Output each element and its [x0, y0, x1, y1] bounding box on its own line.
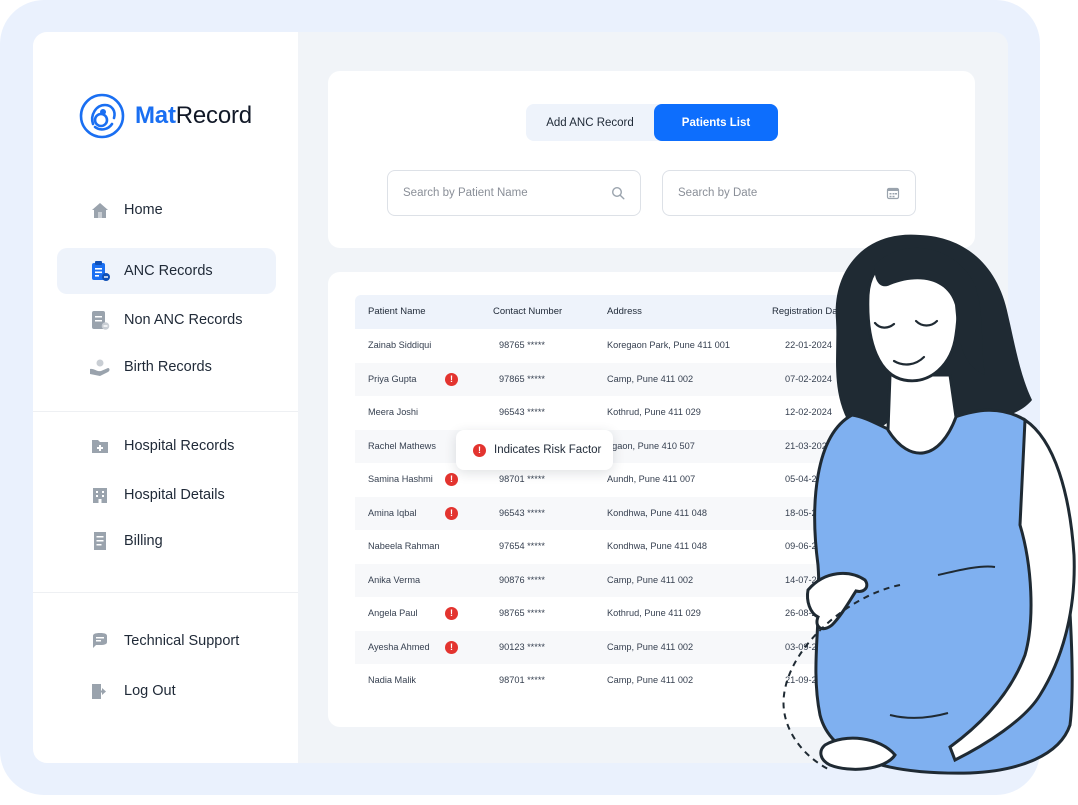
mother-baby-logo-icon — [79, 93, 125, 139]
sidebar-item-label: ANC Records — [124, 263, 213, 279]
contact-number-cell: 98701 ***** — [499, 675, 545, 685]
sidebar-item-label: Birth Records — [124, 359, 212, 375]
contact-number-cell: 98765 ***** — [499, 340, 545, 350]
sidebar-item-label: Hospital Records — [124, 438, 235, 454]
brand-name: MatRecord — [135, 102, 252, 130]
patient-name-cell: Samina Hashmi — [368, 474, 433, 484]
tooltip-text: Indicates Risk Factor — [494, 444, 602, 456]
brand-name-accent: Mat — [135, 102, 176, 129]
address-cell: Kothrud, Pune 411 029 — [607, 608, 701, 618]
date-search-input[interactable] — [678, 187, 886, 199]
sidebar-divider — [33, 592, 298, 593]
sidebar-item-anc-records[interactable]: ANC Records — [57, 248, 276, 294]
brand-name-rest: Record — [175, 102, 252, 129]
risk-factor-icon[interactable]: ! — [445, 473, 458, 486]
tab-patients-list[interactable]: Patients List — [654, 104, 778, 141]
risk-factor-icon[interactable]: ! — [445, 372, 458, 386]
address-cell: Kothrud, Pune 411 029 — [607, 407, 701, 417]
contact-number-cell: 97654 ***** — [499, 541, 545, 551]
patient-name-cell: Nadia Malik — [368, 675, 416, 685]
sidebar-item-non-anc-records[interactable]: Non ANC Records — [57, 297, 276, 343]
sidebar-item-birth-records[interactable]: Birth Records — [57, 344, 276, 390]
contact-number-cell: 96543 ***** — [499, 407, 545, 417]
patient-name-cell: Nabeela Rahman — [368, 541, 440, 551]
contact-number-cell: 90123 ***** — [499, 641, 545, 652]
column-header-contact-number[interactable]: Contact Number — [493, 295, 562, 329]
sidebar-item-label: Billing — [124, 533, 163, 549]
view-tabs: Add ANC Record Patients List — [526, 104, 778, 141]
column-header-address[interactable]: Address — [607, 295, 642, 329]
sidebar-item-label: Non ANC Records — [124, 312, 243, 328]
patient-name-cell: Meera Joshi — [368, 407, 419, 417]
sidebar-item-home[interactable]: Home — [57, 187, 276, 233]
address-cell: Camp, Pune 411 002 — [607, 574, 694, 585]
risk-factor-icon[interactable]: ! — [445, 640, 458, 654]
brand-logo[interactable]: MatRecord — [79, 93, 252, 139]
sidebar-item-billing[interactable]: Billing — [57, 518, 276, 564]
sidebar-item-log-out[interactable]: Log Out — [57, 668, 276, 714]
risk-factor-icon[interactable]: ! — [445, 607, 458, 620]
home-icon — [89, 199, 111, 221]
contact-number-cell: 90876 ***** — [499, 574, 545, 585]
patient-name-cell: Ayesha Ahmed — [368, 641, 430, 652]
date-search — [662, 170, 916, 216]
sidebar-item-technical-support[interactable]: Technical Support — [57, 618, 276, 664]
patient-name-cell: Rachel Mathews — [368, 440, 436, 451]
sidebar-divider — [33, 411, 298, 412]
patient-name-search-input[interactable] — [403, 187, 611, 199]
risk-factor-icon[interactable]: ! — [445, 506, 458, 520]
address-cell: Camp, Pune 411 002 — [607, 641, 694, 652]
patient-name-cell: Angela Paul — [368, 608, 418, 618]
address-cell: Camp, Pune 411 002 — [607, 675, 694, 685]
contact-number-cell: 96543 ***** — [499, 507, 545, 518]
tab-add-anc-record[interactable]: Add ANC Record — [526, 104, 654, 141]
patient-name-cell: Zainab Siddiqui — [368, 340, 432, 350]
contact-number-cell: 97865 ***** — [499, 373, 545, 384]
receipt-icon — [89, 530, 111, 552]
sidebar-item-label: Hospital Details — [124, 487, 225, 503]
alert-icon: ! — [473, 443, 486, 457]
folder-plus-icon — [89, 435, 111, 457]
contact-number-cell: 98765 ***** — [499, 608, 545, 618]
calendar-icon[interactable] — [886, 186, 900, 200]
pregnant-woman-illustration — [782, 234, 1076, 775]
sidebar: MatRecord Home ANC Records Non ANC Recor… — [33, 32, 298, 763]
sidebar-item-hospital-records[interactable]: Hospital Records — [57, 423, 276, 469]
logout-icon — [89, 680, 111, 702]
address-cell: Koregaon Park, Pune 411 001 — [607, 340, 730, 350]
sidebar-item-label: Log Out — [124, 683, 176, 699]
sidebar-item-label: Technical Support — [124, 633, 240, 649]
hand-baby-icon — [89, 356, 111, 378]
chat-support-icon — [89, 630, 111, 652]
patient-name-cell: Priya Gupta — [368, 373, 417, 384]
sidebar-item-hospital-details[interactable]: Hospital Details — [57, 472, 276, 518]
search-icon[interactable] — [611, 186, 625, 200]
patient-name-search — [387, 170, 641, 216]
building-icon — [89, 484, 111, 506]
address-cell: egaon, Pune 410 507 — [607, 440, 695, 451]
patient-name-cell: Amina Iqbal — [368, 507, 417, 518]
address-cell: Kondhwa, Pune 411 048 — [607, 541, 707, 551]
sidebar-item-label: Home — [124, 202, 163, 218]
clipboard-icon — [89, 260, 111, 282]
risk-factor-tooltip: ! Indicates Risk Factor — [456, 430, 613, 470]
column-header-patient-name[interactable]: Patient Name — [368, 295, 426, 329]
address-cell: Aundh, Pune 411 007 — [607, 474, 696, 484]
address-cell: Kondhwa, Pune 411 048 — [607, 507, 707, 518]
document-icon — [89, 309, 111, 331]
controls-card: Add ANC Record Patients List — [328, 71, 975, 248]
address-cell: Camp, Pune 411 002 — [607, 373, 694, 384]
patient-name-cell: Anika Verma — [368, 574, 421, 585]
